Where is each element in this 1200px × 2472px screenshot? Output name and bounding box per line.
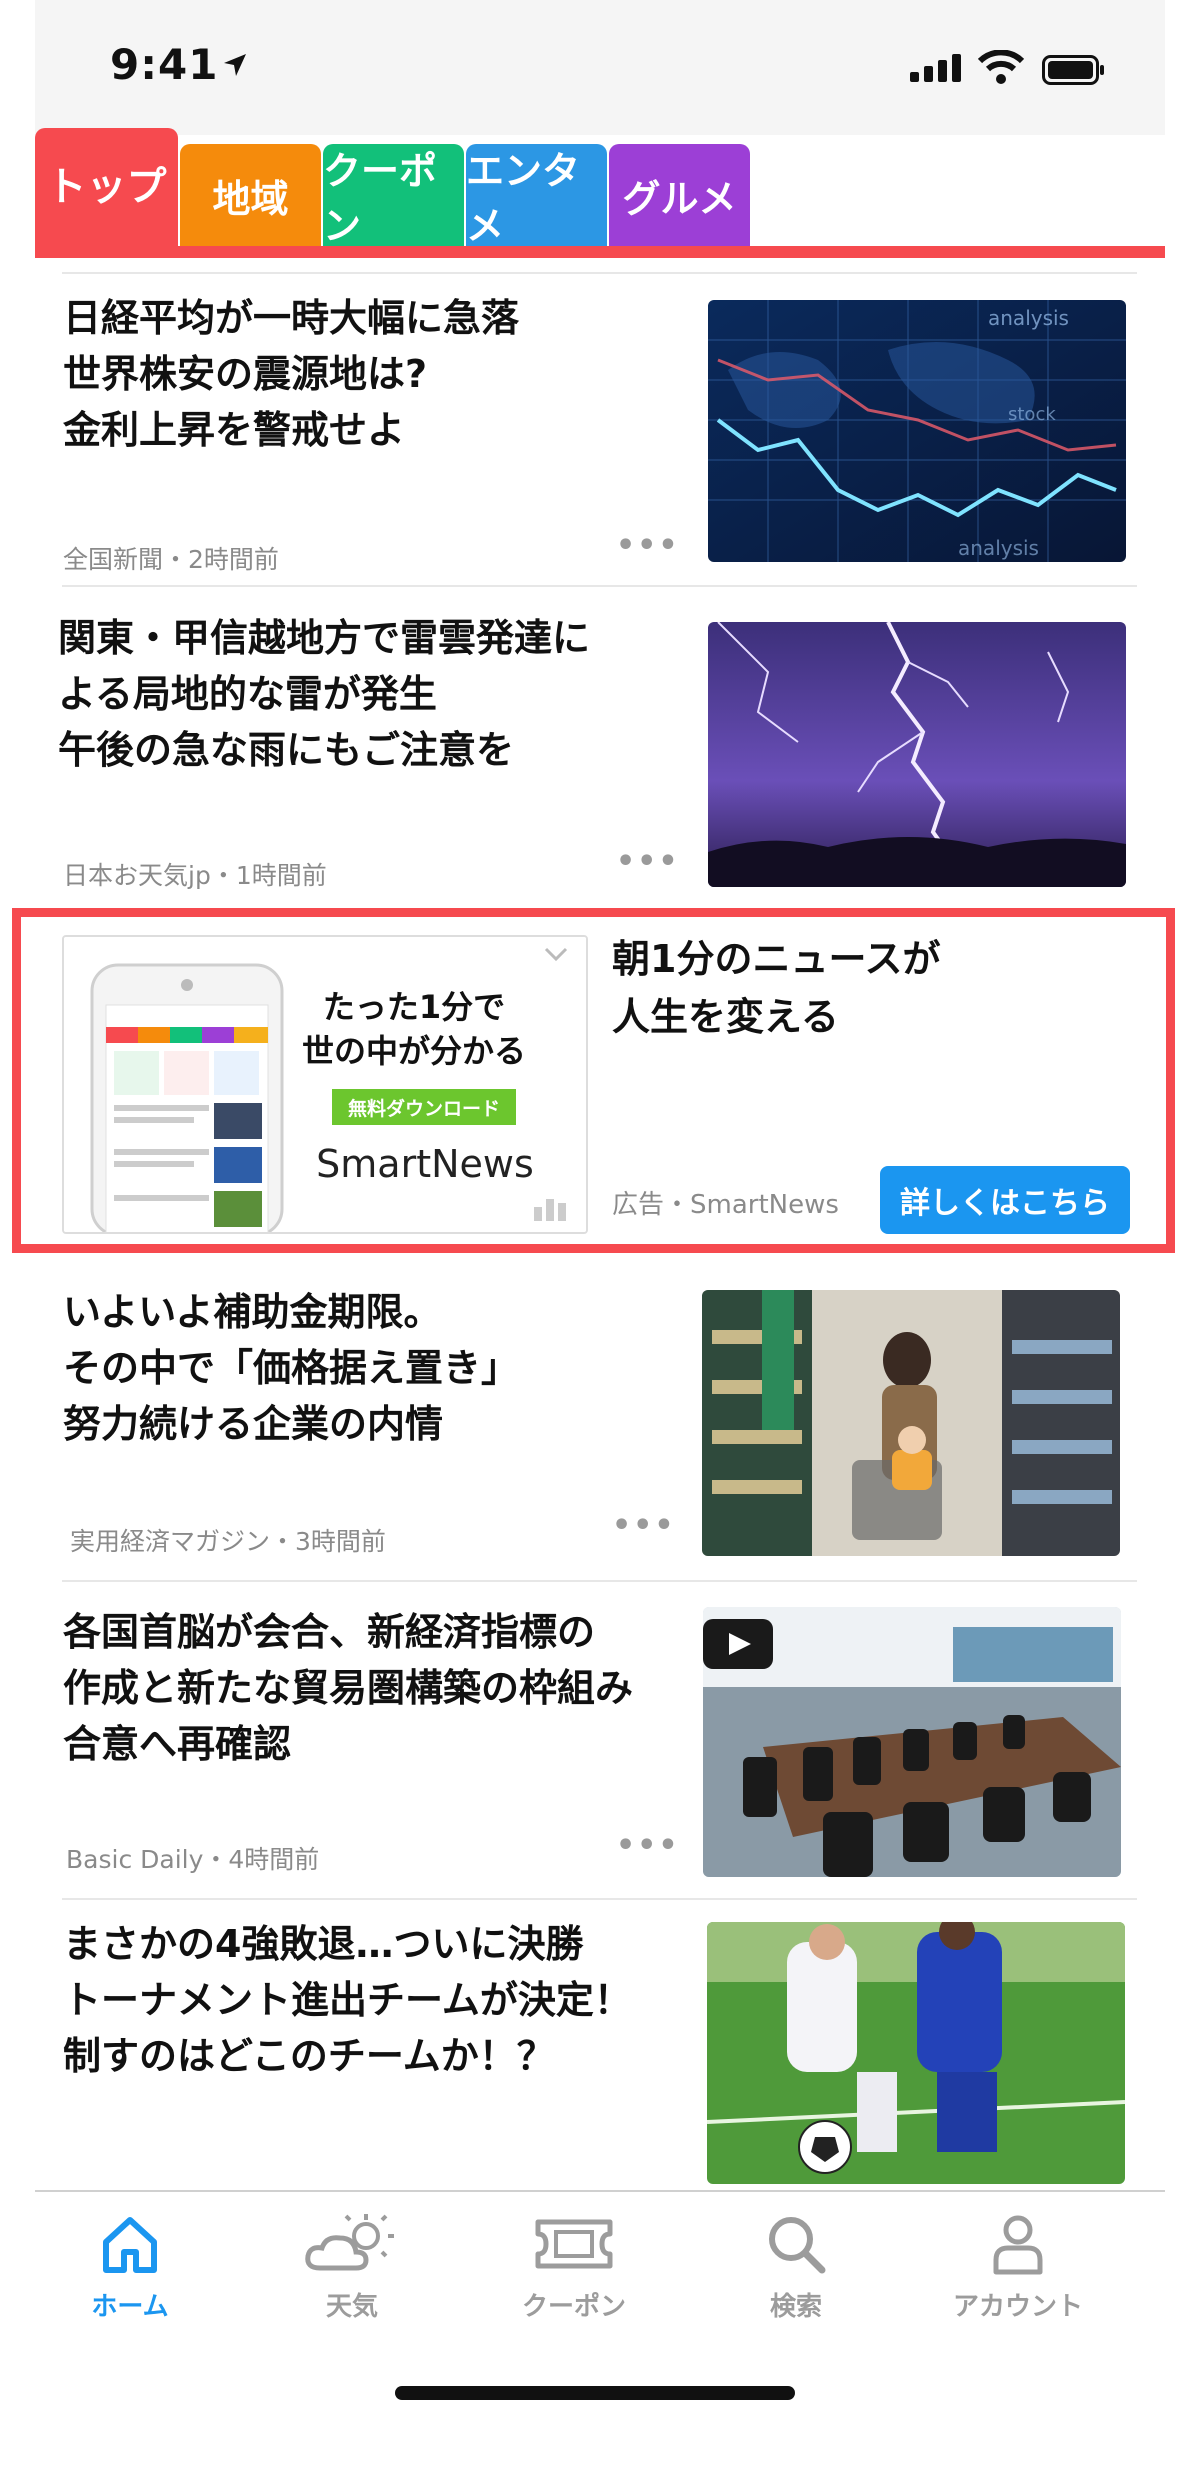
nav-label: クーポン [521, 2292, 626, 2322]
nav-home[interactable]: ホーム [35, 2212, 225, 2323]
bottom-navigation: ホーム 天気 クーポン 検索 アカウント [35, 2190, 1165, 2472]
article-title: 日経平均が一時大幅に急落 世界株安の震源地は? 金利上昇を警戒せよ [63, 296, 520, 452]
ad-image[interactable]: たった1分で 世の中が分かる 無料ダウンロード SmartNews [62, 935, 588, 1234]
supermarket-image [702, 1290, 1120, 1556]
svg-text:analysis: analysis [958, 536, 1039, 560]
nav-label: 検索 [769, 2292, 822, 2322]
tab-coupon[interactable]: クーポン [323, 144, 464, 248]
svg-text:analysis: analysis [988, 306, 1069, 330]
battery-icon [1042, 55, 1104, 85]
svg-text:stock: stock [1008, 404, 1056, 425]
tab-label: エンタメ [466, 149, 581, 248]
ad-image-headline: たった1分で 世の中が分かる [301, 988, 526, 1070]
ad-title: 朝1分のニュースが 人生を変える [612, 937, 941, 1039]
coupon-icon [535, 2219, 613, 2269]
location-arrow-icon [224, 54, 246, 76]
tab-label: クーポン [323, 149, 438, 248]
account-icon [993, 2215, 1043, 2275]
tab-label: 地域 [212, 176, 289, 221]
home-indicator[interactable] [395, 2386, 795, 2400]
nav-label: アカウント [952, 2292, 1083, 2322]
nav-search[interactable]: 検索 [701, 2212, 891, 2323]
article-title: まさかの4強敗退…ついに決勝 トーナメント進出チームが決定！ 制すのはどこのチー… [63, 1922, 632, 2078]
divider [62, 272, 1137, 274]
more-options-icon[interactable]: ••• [616, 844, 680, 879]
nav-label: 天気 [325, 2292, 378, 2322]
article-source: 日本お天気jp・1時間前 [63, 861, 327, 890]
video-play-icon[interactable] [703, 1619, 773, 1669]
tab-entertainment[interactable]: エンタメ [466, 144, 607, 248]
category-tabs: トップ 地域 クーポン エンタメ グルメ [35, 128, 1165, 258]
home-icon [103, 2217, 157, 2273]
nav-weather[interactable]: 天気 [257, 2212, 447, 2323]
ad-download-badge: 無料ダウンロード [332, 1089, 516, 1125]
article-title: 各国首脳が会合、新経済指標の 作成と新たな貿易圏構築の枠組み 合意へ再確認 [63, 1610, 634, 1766]
article-source: 実用経済マガジン・3時間前 [70, 1527, 386, 1556]
lightning-image [708, 622, 1126, 887]
nav-coupon[interactable]: クーポン [479, 2212, 669, 2323]
tab-region[interactable]: 地域 [180, 144, 321, 246]
weather-icon [305, 2214, 394, 2271]
tab-top[interactable]: トップ [35, 128, 178, 250]
article-title: いよいよ補助金期限。 その中で「価格据え置き」 努力続ける企業の内情 [63, 1290, 520, 1446]
status-time: 9:41 [110, 40, 219, 89]
tab-label: グルメ [622, 176, 737, 221]
article-source: 全国新聞・2時間前 [63, 545, 279, 574]
article-source: Basic Daily・4時間前 [66, 1845, 320, 1874]
more-options-icon[interactable]: ••• [612, 1508, 676, 1543]
tab-gourmet[interactable]: グルメ [609, 144, 750, 246]
stock-market-image: analysis stock analysis [708, 300, 1126, 562]
more-options-icon[interactable]: ••• [616, 1828, 680, 1863]
divider [62, 585, 1137, 587]
meeting-room-image [703, 1607, 1121, 1877]
ad-sponsor-label: 広告・SmartNews [612, 1190, 839, 1220]
divider [62, 1580, 1137, 1582]
cellular-signal-icon [910, 54, 961, 82]
wifi-icon [978, 50, 1024, 84]
nav-account[interactable]: アカウント [923, 2212, 1113, 2323]
soccer-image [707, 1922, 1125, 2184]
tab-label: トップ [46, 164, 167, 210]
more-options-icon[interactable]: ••• [616, 528, 680, 563]
divider [62, 1898, 1137, 1900]
article-title: 関東・甲信越地方で雷雲発達に よる局地的な雷が発生 午後の急な雨にもご注意を [58, 616, 591, 772]
search-icon [769, 2217, 826, 2274]
ad-details-button[interactable]: 詳しくはこちら [880, 1166, 1130, 1234]
tab-underline [35, 246, 1165, 258]
nav-label: ホーム [91, 2292, 169, 2322]
ad-brand-logo: SmartNews [316, 1142, 534, 1186]
